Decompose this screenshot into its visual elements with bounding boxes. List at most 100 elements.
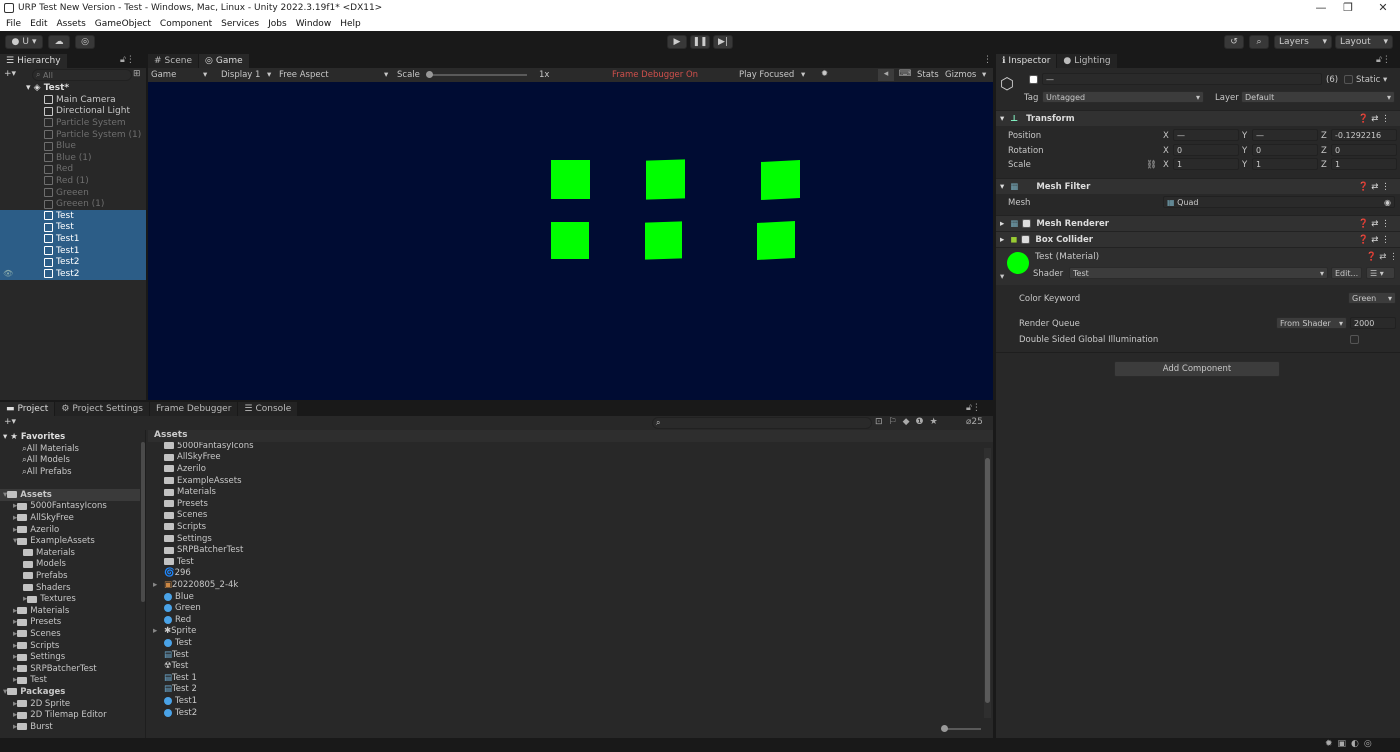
bug-icon[interactable]: ✹	[821, 69, 828, 79]
object-picker-icon[interactable]: ◉	[1384, 198, 1391, 207]
minimize-icon[interactable]: —	[1310, 1, 1332, 14]
tree-item[interactable]: ▾ Packages	[3, 686, 65, 698]
play-mode-dropdown[interactable]: Play Focused ▾	[739, 70, 805, 80]
hierarchy-item[interactable]: Particle System (1)	[0, 129, 146, 141]
file-item[interactable]: ▸ ▣ 20220805_2-4k	[153, 579, 238, 591]
hierarchy-item[interactable]: Test1	[0, 233, 146, 245]
hierarchy-item[interactable]: Blue	[0, 140, 146, 152]
icon-size-handle[interactable]	[941, 725, 948, 732]
tree-item[interactable]: Materials	[23, 547, 75, 559]
file-item[interactable]: AllSkyFree	[164, 452, 221, 464]
file-item[interactable]: Test	[164, 637, 192, 649]
gizmos-button[interactable]: Gizmos ▾	[945, 70, 986, 80]
tree-item[interactable]: ▸ Test	[13, 675, 47, 687]
more-icon[interactable]: ⋮	[983, 55, 992, 65]
tree-item[interactable]: ▸ Azerilo	[13, 524, 59, 536]
box-collider-header[interactable]: ▸ ◼ Box Collider ❓ ⇄ ⋮	[996, 231, 1400, 247]
layer-dropdown[interactable]: Default ▾	[1241, 91, 1395, 103]
static-checkbox[interactable]	[1344, 75, 1353, 84]
hierarchy-item[interactable]: Test2 👁︎	[0, 268, 146, 280]
status-icons[interactable]: ✹▣◐◎	[1325, 739, 1377, 749]
hierarchy-item[interactable]: Test	[0, 210, 146, 222]
box-collider-enabled-checkbox[interactable]	[1021, 235, 1031, 244]
file-item[interactable]: 5000FantasyIcons	[164, 442, 254, 452]
search-button[interactable]: ⌕	[1249, 35, 1269, 49]
lock-icon[interactable]: 🔓︎⋮	[120, 55, 135, 65]
hidden-count[interactable]: ⌀25	[966, 417, 983, 427]
tree-item[interactable]: ▸ Scenes	[13, 628, 61, 640]
file-item[interactable]: Test	[164, 556, 194, 568]
filter-icon[interactable]: ⊞	[133, 69, 141, 79]
hierarchy-item[interactable]: Greeen	[0, 187, 146, 199]
display-dropdown[interactable]: Display 1 ▾	[221, 70, 271, 80]
add-component-button[interactable]: Add Component	[1114, 361, 1280, 377]
cloud-button[interactable]: ☁	[48, 35, 70, 49]
tree-item[interactable]: ▸ Presets	[13, 617, 61, 629]
visibility-eye-icon[interactable]: 👁︎	[3, 269, 13, 278]
component-menu-icons[interactable]: ❓ ⇄ ⋮	[1358, 235, 1390, 245]
game-viewport[interactable]	[148, 82, 993, 400]
active-checkbox[interactable]	[1029, 75, 1038, 84]
scene-header[interactable]: ▾ ◈ Test*	[0, 82, 146, 94]
hierarchy-item[interactable]: Red (1)	[0, 175, 146, 187]
transform-header[interactable]: ▾ ⊥ Transform ❓ ⇄ ⋮	[996, 110, 1400, 126]
hierarchy-item[interactable]: Red	[0, 164, 146, 176]
pause-button[interactable]: ❚❚	[690, 35, 710, 49]
file-item[interactable]: 🌀 296	[164, 568, 191, 580]
filter-icons[interactable]: ⊡⚐◆❶★	[875, 417, 944, 427]
menu-jobs[interactable]: Jobs	[268, 19, 287, 29]
material-options-button[interactable]: ☰ ▾	[1366, 267, 1395, 279]
menu-assets[interactable]: Assets	[57, 19, 86, 29]
tab-inspector[interactable]: ℹ Inspector	[996, 54, 1058, 68]
file-item[interactable]: Settings	[164, 533, 212, 545]
position-y[interactable]: —	[1252, 129, 1318, 141]
tab-scene[interactable]: # Scene	[148, 54, 199, 68]
hierarchy-item[interactable]: Directional Light	[0, 106, 146, 118]
menu-edit[interactable]: Edit	[30, 19, 47, 29]
icon-size-slider[interactable]	[945, 728, 981, 730]
menu-window[interactable]: Window	[296, 19, 332, 29]
favorite-item[interactable]: ⌕ All Models	[22, 455, 70, 467]
component-menu-icons[interactable]: ❓ ⇄ ⋮	[1366, 252, 1398, 262]
tree-item[interactable]: ▸ SRPBatcherTest	[13, 663, 97, 675]
shader-dropdown[interactable]: Test ▾	[1069, 267, 1328, 279]
add-asset-button[interactable]: +▾	[4, 417, 16, 427]
file-item[interactable]: SRPBatcherTest	[164, 544, 243, 556]
tab-console[interactable]: ☰ Console	[238, 402, 299, 416]
color-keyword-dropdown[interactable]: Green ▾	[1348, 292, 1396, 304]
name-field[interactable]: —	[1042, 73, 1322, 85]
file-item[interactable]: Presets	[164, 498, 208, 510]
favorite-item[interactable]: ⌕ All Prefabs	[22, 466, 72, 478]
lock-icon[interactable]: 🔓︎⋮	[1376, 55, 1391, 65]
tag-dropdown[interactable]: Untagged ▾	[1042, 91, 1204, 103]
scale-slider[interactable]	[427, 74, 527, 76]
scale-slider-handle[interactable]	[426, 71, 433, 78]
link-icon[interactable]: ⛓	[1146, 160, 1157, 170]
hierarchy-item[interactable]: Test2	[0, 256, 146, 268]
favorite-item[interactable]: ⌕ All Materials	[22, 443, 79, 455]
game-mode-dropdown[interactable]: Game ▾	[151, 70, 207, 80]
tree-item[interactable]: ▸ 5000FantasyIcons	[13, 501, 107, 513]
component-menu-icons[interactable]: ❓ ⇄ ⋮	[1358, 114, 1390, 124]
rotation-y[interactable]: 0	[1252, 144, 1318, 156]
render-queue-field[interactable]: 2000	[1350, 317, 1396, 329]
tab-frame-debugger[interactable]: Frame Debugger	[149, 402, 239, 416]
file-item[interactable]: Scenes	[164, 510, 207, 522]
step-button[interactable]: ▶|	[713, 35, 733, 49]
menu-component[interactable]: Component	[160, 19, 212, 29]
mesh-field[interactable]: ▦ Quad ◉	[1163, 196, 1395, 208]
mesh-filter-header[interactable]: ▾ ▦ Mesh Filter ❓ ⇄ ⋮	[996, 178, 1400, 194]
menu-help[interactable]: Help	[340, 19, 361, 29]
static-label[interactable]: Static ▾	[1356, 75, 1387, 85]
keyboard-icon[interactable]: ⌨	[898, 69, 912, 81]
undo-history-button[interactable]: ↺	[1224, 35, 1244, 49]
hierarchy-item[interactable]: Greeen (1)	[0, 198, 146, 210]
tree-item[interactable]: ▸ Scripts	[13, 640, 59, 652]
tree-item[interactable]: Prefabs	[23, 570, 68, 582]
tab-hierarchy[interactable]: ☰ Hierarchy	[0, 54, 68, 68]
tree-item[interactable]: ▾ ExampleAssets	[13, 535, 95, 547]
file-item[interactable]: Blue	[164, 591, 194, 603]
file-item[interactable]: ExampleAssets	[164, 475, 242, 487]
tree-item[interactable]: ▾ Assets	[0, 489, 140, 501]
layout-dropdown[interactable]: Layout ▾	[1335, 35, 1393, 49]
